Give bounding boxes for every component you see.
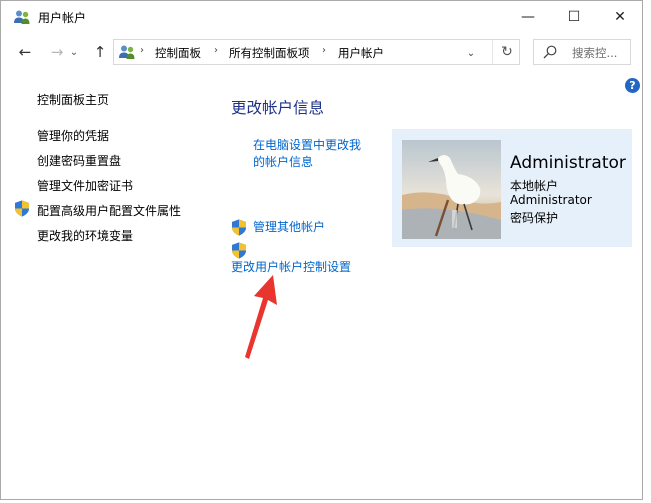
annotation-arrow (245, 275, 277, 359)
user-accounts-window: 用户帐户 — ☐ ✕ ← → ⌄ ↑ › 控制面板 › 所有控制面板项 › 用户… (0, 0, 643, 500)
